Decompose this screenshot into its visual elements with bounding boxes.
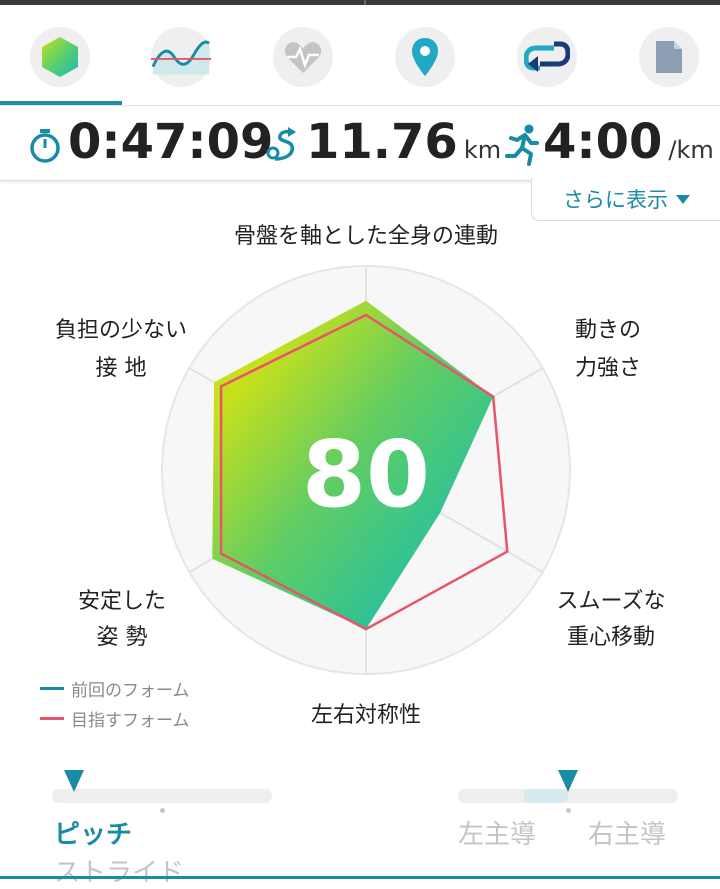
- axis-label-bottom: 左右対称性: [310, 703, 421, 728]
- legend-target-swatch: [40, 717, 64, 720]
- axis-label-bottom-right-2: 重心移動: [566, 625, 655, 650]
- option-pitch[interactable]: ピッチ: [54, 814, 132, 851]
- legend-target: 目指すフォーム: [40, 706, 190, 731]
- pitch-stride-marker[interactable]: [64, 770, 84, 792]
- legend-target-label: 目指すフォーム: [71, 711, 190, 731]
- axis-label-top-right-2: 力強さ: [574, 356, 641, 381]
- option-left-lead[interactable]: 左主導: [458, 814, 536, 851]
- axis-label-bottom-left-1: 安定した: [77, 589, 166, 614]
- pitch-stride-center-dot: [160, 808, 165, 813]
- axis-label-top-right-1: 動きの: [574, 318, 641, 343]
- axis-label-bottom-left-2: 姿 勢: [96, 625, 148, 650]
- form-score: 80: [302, 421, 430, 528]
- legend-previous-label: 前回のフォーム: [71, 681, 190, 701]
- left-right-center-dot: [566, 808, 571, 813]
- pitch-stride-track[interactable]: [52, 789, 272, 803]
- option-right-lead[interactable]: 右主導: [588, 814, 666, 851]
- legend-previous-swatch: [40, 687, 64, 690]
- option-stride[interactable]: ストライド: [54, 852, 184, 889]
- axis-label-bottom-right-1: スムーズな: [556, 589, 666, 614]
- form-radar-chart: 80: [161, 265, 571, 675]
- axis-label-top-left-2: 接 地: [95, 356, 147, 381]
- axis-label-top-left-1: 負担の少ない: [54, 318, 187, 343]
- axis-label-top: 骨盤を軸とした全身の連動: [233, 224, 498, 249]
- left-right-marker[interactable]: [558, 770, 578, 792]
- legend-previous: 前回のフォーム: [40, 676, 190, 701]
